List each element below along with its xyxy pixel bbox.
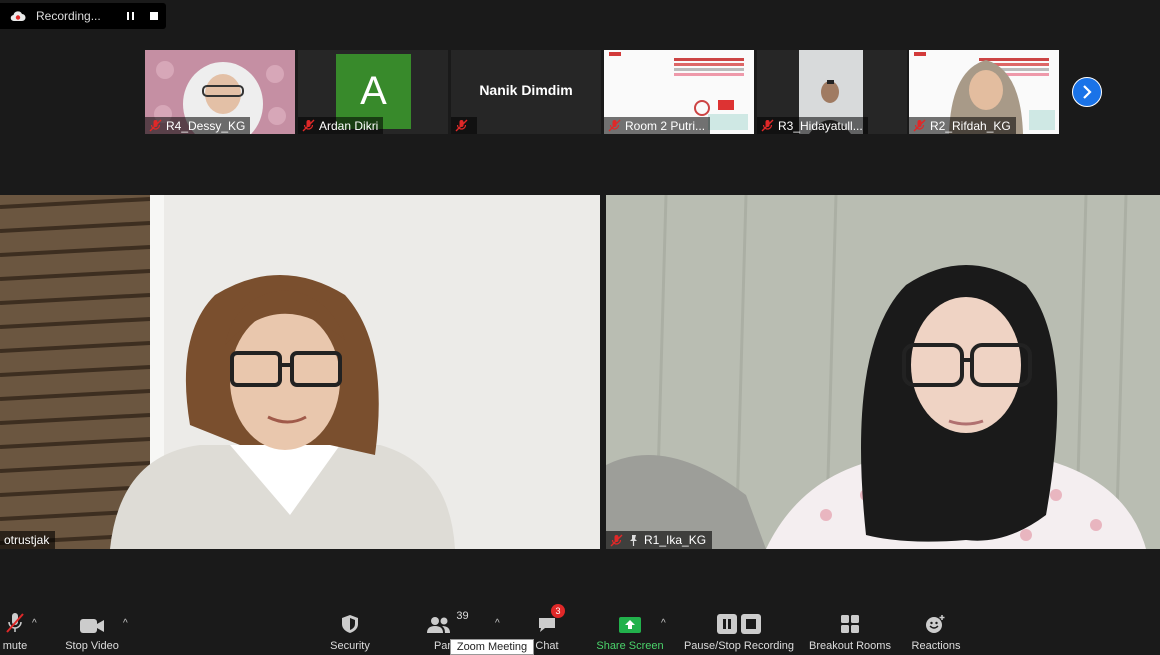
mic-muted-icon xyxy=(610,534,623,547)
stop-icon xyxy=(741,614,761,634)
participant-name-tag: R3_Hidayatull... xyxy=(757,117,868,134)
participant-name-tag: Ardan Dikri xyxy=(298,117,384,134)
main-video-tile[interactable]: R1_Ika_KG xyxy=(606,195,1160,549)
chevron-right-icon xyxy=(1083,85,1092,99)
participants-icon xyxy=(427,617,451,633)
participant-thumbnail[interactable]: A Ardan Dikri xyxy=(298,50,448,134)
participants-count: 39 xyxy=(456,610,469,622)
participant-name-tag: R1_Ika_KG xyxy=(606,531,713,549)
chat-button[interactable]: 3 Chat xyxy=(530,604,565,653)
video-camera-icon xyxy=(80,619,104,633)
video-options-caret[interactable]: ^ xyxy=(123,618,128,629)
audio-options-caret[interactable]: ^ xyxy=(32,618,37,629)
mic-muted-icon xyxy=(302,119,315,132)
pause-icon xyxy=(717,614,737,634)
participant-name-tag: R4_Dessy_KG xyxy=(145,117,251,134)
chat-unread-badge: 3 xyxy=(551,604,565,618)
mic-muted-icon xyxy=(149,119,162,132)
participant-name-tag: otrustjak xyxy=(0,531,56,549)
stop-icon xyxy=(150,12,158,20)
breakout-rooms-button[interactable]: Breakout Rooms xyxy=(806,610,894,653)
participant-name-tag xyxy=(451,117,477,134)
participant-name-tag: Room 2 Putri... xyxy=(604,117,711,134)
unmute-button[interactable]: mute xyxy=(0,610,32,653)
stop-video-button[interactable]: Stop Video xyxy=(62,610,122,653)
next-page-button[interactable] xyxy=(1072,77,1102,107)
shield-icon xyxy=(342,615,358,633)
mic-muted-icon xyxy=(608,119,621,132)
participant-video xyxy=(0,195,600,549)
participant-name-tag: R2_Rifdah_KG xyxy=(909,117,1016,134)
mic-muted-icon xyxy=(913,119,926,132)
mic-muted-icon xyxy=(6,613,24,633)
mic-muted-icon xyxy=(455,119,468,132)
security-button[interactable]: Security xyxy=(326,610,374,653)
share-screen-icon xyxy=(619,617,641,633)
reactions-button[interactable]: Reactions xyxy=(908,610,964,653)
stop-recording-button[interactable] xyxy=(147,9,161,23)
chat-icon xyxy=(539,618,555,632)
participant-thumbnail[interactable]: Nanik Dimdim xyxy=(451,50,601,134)
participants-options-caret[interactable]: ^ xyxy=(495,618,500,629)
main-video-tile[interactable]: otrustjak xyxy=(0,195,600,549)
recording-indicator: Recording... xyxy=(0,3,166,29)
pause-stop-recording-button[interactable]: Pause/Stop Recording xyxy=(682,610,796,653)
share-screen-button[interactable]: Share Screen xyxy=(596,610,664,653)
participant-thumbnail[interactable]: R3_Hidayatull... xyxy=(757,50,907,134)
share-options-caret[interactable]: ^ xyxy=(661,618,666,629)
cloud-recording-icon xyxy=(10,11,26,22)
breakout-rooms-icon xyxy=(841,615,859,633)
participant-video xyxy=(606,195,1160,549)
pause-icon xyxy=(126,12,134,20)
pin-icon xyxy=(627,534,640,547)
mic-muted-icon xyxy=(761,119,774,132)
recording-label: Recording... xyxy=(36,9,101,23)
pause-recording-button[interactable] xyxy=(123,9,137,23)
emoji-icon xyxy=(926,615,945,633)
participant-display-name: Nanik Dimdim xyxy=(479,82,573,98)
participant-thumbnail[interactable]: R4_Dessy_KG xyxy=(145,50,295,134)
participant-thumbnail[interactable]: Room 2 Putri... xyxy=(604,50,754,134)
participant-thumbnail[interactable]: R2_Rifdah_KG xyxy=(909,50,1059,134)
